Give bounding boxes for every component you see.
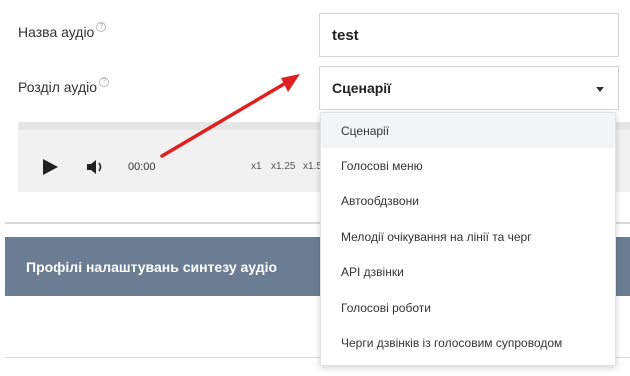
help-icon[interactable]: ? [96, 22, 107, 32]
dropdown-option[interactable]: Голосові роботи [321, 290, 615, 325]
dropdown-option[interactable]: API дзвінки [321, 255, 615, 290]
dropdown-option[interactable]: Автообдзвони [321, 184, 615, 219]
speed-option[interactable]: x1 [251, 161, 262, 172]
name-input[interactable] [319, 13, 619, 57]
help-icon[interactable]: ? [99, 77, 110, 87]
player-time: 00:00 [128, 161, 156, 173]
dropdown-option[interactable]: Мелодії очікування на лінії та черг [321, 219, 615, 254]
synthesis-profiles-title: Профілі налаштувань синтезу аудіо [26, 258, 278, 275]
name-label-text: Назва аудіо [18, 24, 95, 40]
chevron-down-icon [596, 87, 604, 92]
section-select-value: Сценарії [332, 80, 392, 96]
dropdown-option[interactable]: Голосові меню [321, 148, 615, 183]
section-label: Розділ аудіо? [18, 77, 110, 95]
play-icon[interactable] [43, 159, 58, 175]
dropdown-option[interactable]: Черги дзвінків із голосовим супроводом [321, 325, 615, 360]
volume-icon[interactable] [86, 159, 106, 175]
dropdown-option[interactable]: Сценарії [321, 113, 615, 149]
name-label: Назва аудіо? [18, 22, 107, 40]
speed-option[interactable]: x1.25 [271, 161, 295, 172]
section-dropdown-list: Сценарії Голосові меню Автообдзвони Мело… [320, 112, 616, 366]
section-label-text: Розділ аудіо [18, 79, 98, 95]
section-select[interactable]: Сценарії [319, 66, 619, 110]
